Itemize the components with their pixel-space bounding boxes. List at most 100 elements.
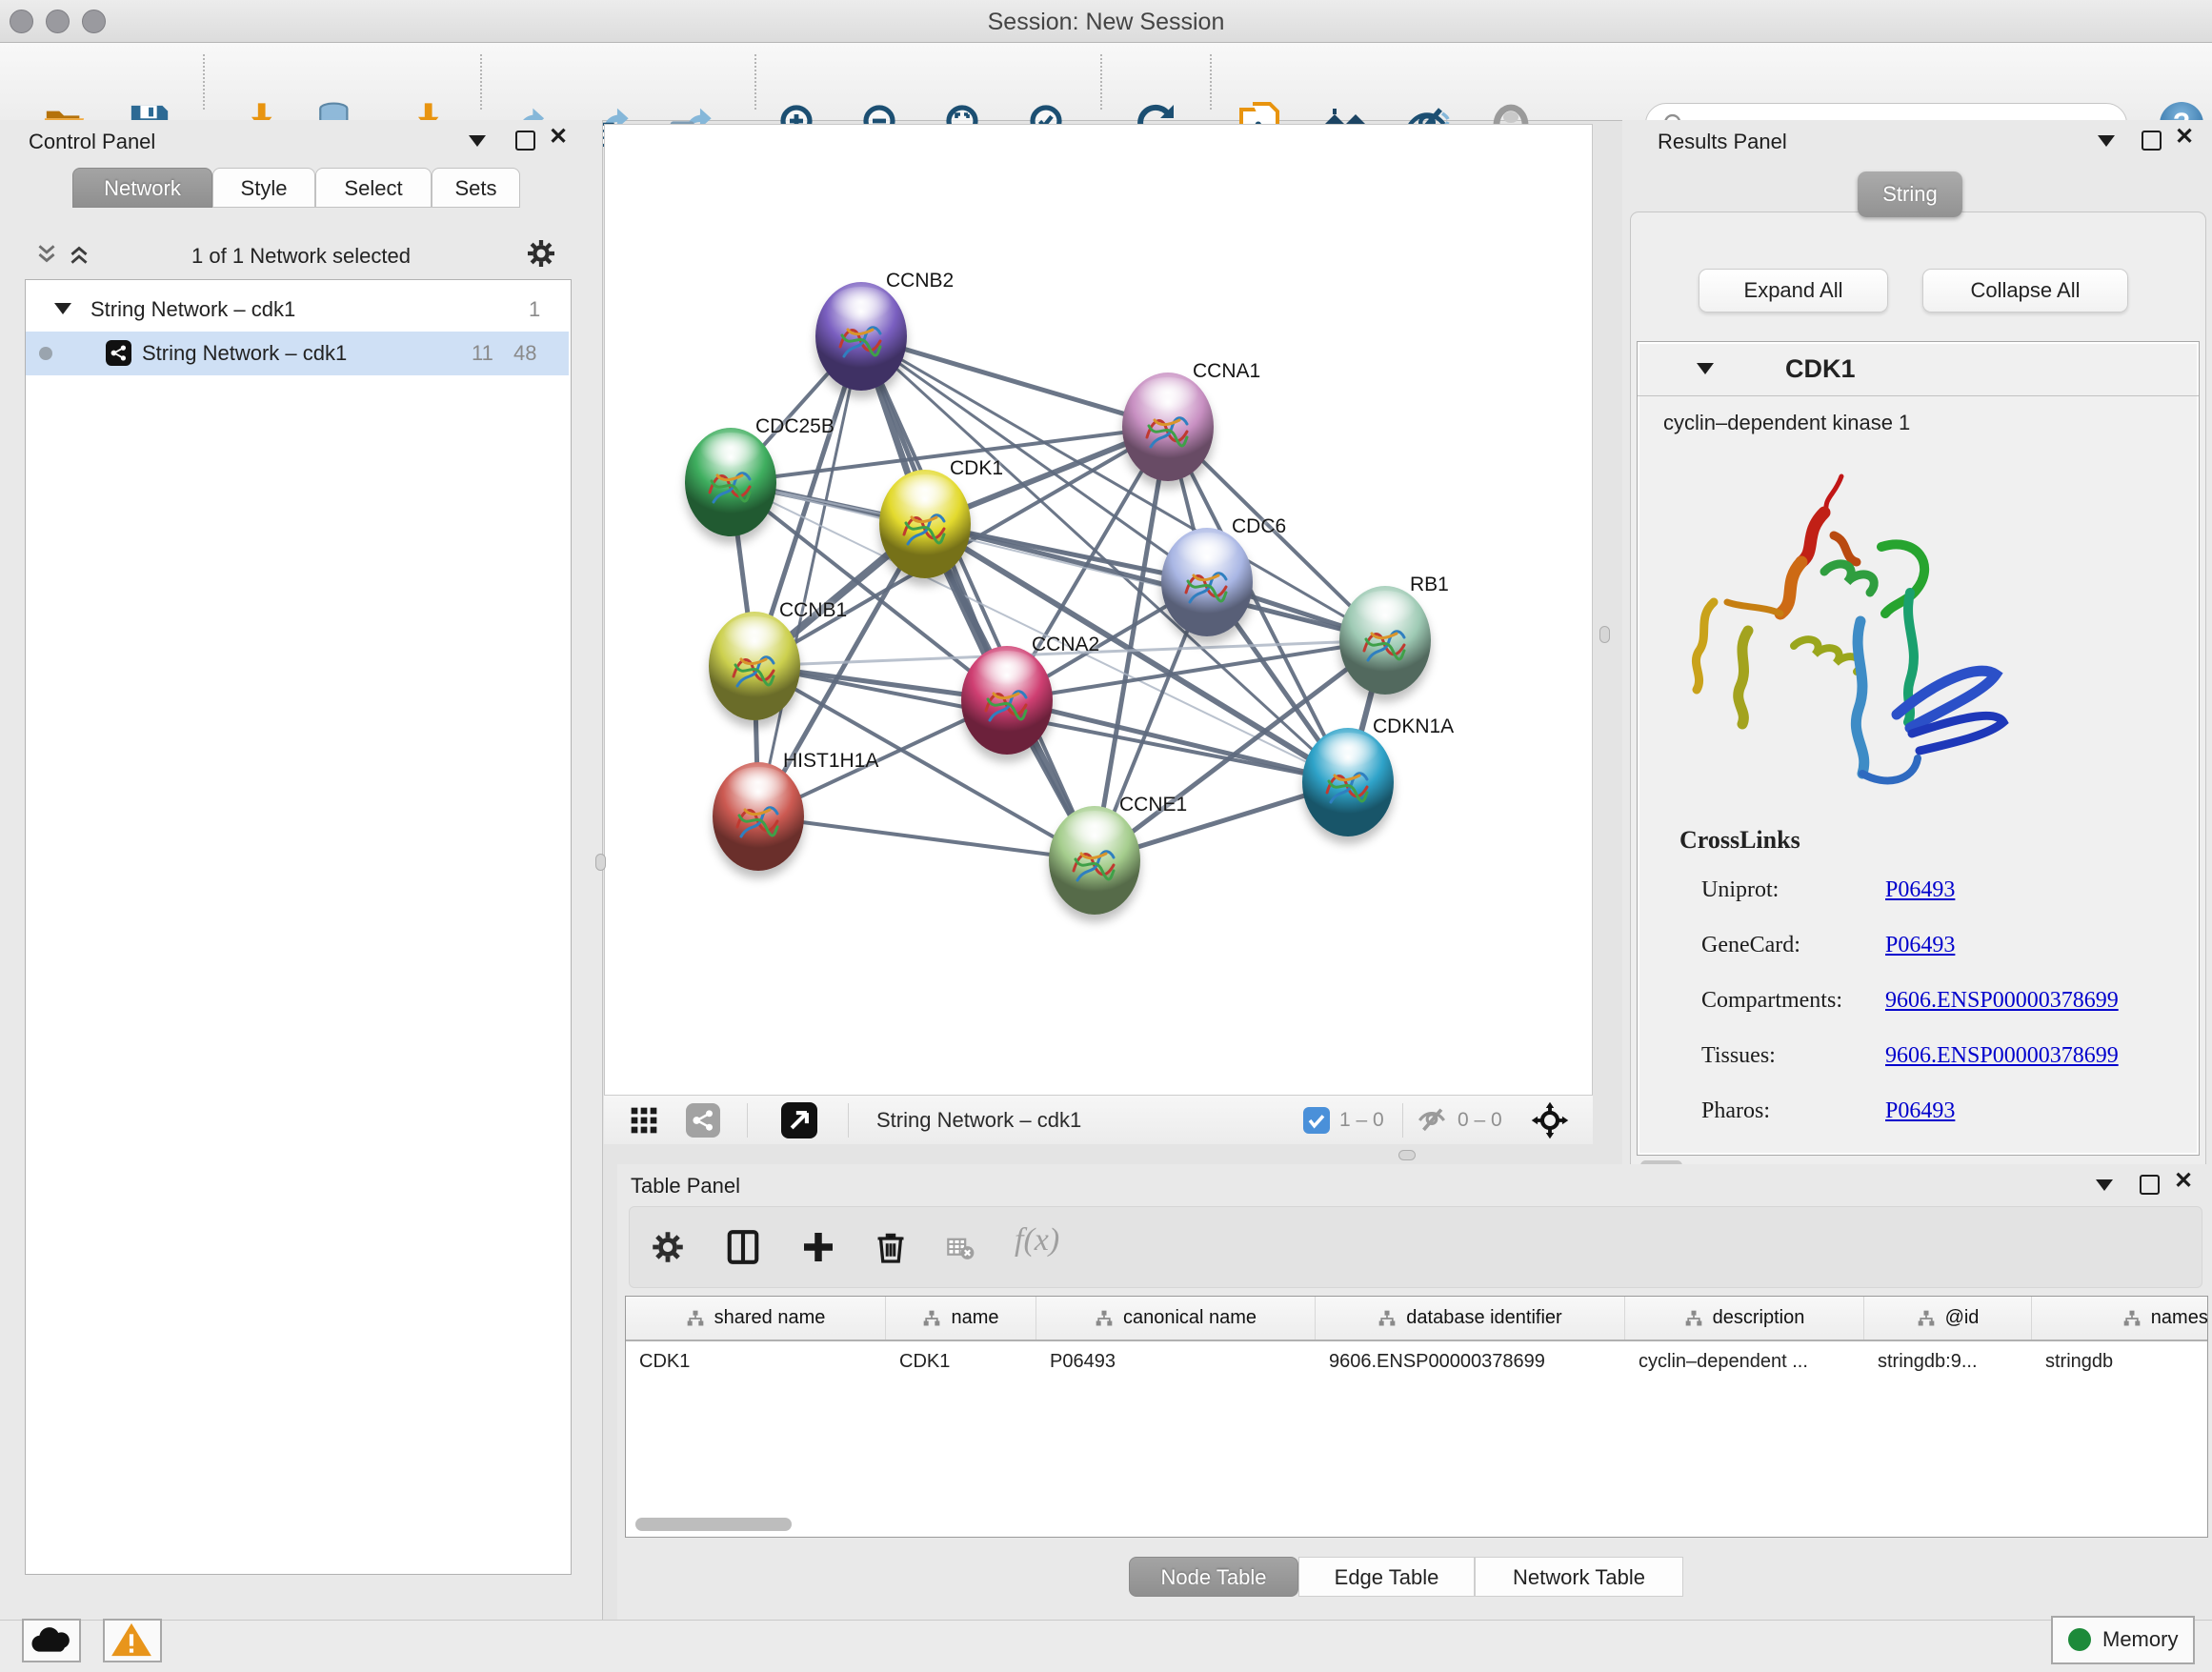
crosslink-label: Tissues: [1701,1043,1776,1069]
close-panel-icon[interactable]: ✕ [2174,1172,2193,1191]
selected-checkbox-icon[interactable] [1303,1107,1330,1134]
panel-menu-icon[interactable] [2098,135,2115,147]
right-splitter-handle[interactable] [1599,626,1610,643]
table-panel: Table Panel ✕ f(x) shared name [617,1164,2212,1620]
close-panel-icon[interactable]: ✕ [2175,128,2194,147]
column-header[interactable]: database identifier [1316,1297,1625,1340]
cell-id[interactable]: stringdb:9... [1864,1341,2032,1381]
network-node-HIST1H1A[interactable] [713,762,804,871]
window-title: Session: New Session [0,9,2212,36]
warning-status-button[interactable] [103,1619,162,1662]
tab-style[interactable]: Style [212,168,315,208]
cloud-status-button[interactable] [22,1619,81,1662]
network-options-gear-icon[interactable] [526,238,556,269]
network-row[interactable]: String Network – cdk1 11 48 [26,332,569,375]
network-canvas[interactable]: CCNB2CCNA1CDC25BCDK1CDC6RB1CCNB1CCNA2CDK… [604,124,1593,1097]
collection-label: String Network – cdk1 [90,297,295,322]
left-splitter-handle[interactable] [595,854,606,871]
crosslink-uniprot-link[interactable]: P06493 [1885,877,1955,903]
string-results-container: Expand All Collapse All CDK1 cyclin–depe… [1630,212,2206,1290]
birds-eye-view-icon[interactable] [781,1102,817,1138]
table-row[interactable]: CDK1 CDK1 P06493 9606.ENSP00000378699 cy… [626,1341,2208,1381]
cell-name[interactable]: CDK1 [886,1341,1036,1381]
network-node-CCNB1[interactable] [709,612,800,720]
collapse-all-button[interactable]: Collapse All [1922,269,2128,312]
table-options-gear-icon[interactable] [651,1230,685,1264]
cell-canonical-name[interactable]: P06493 [1036,1341,1316,1381]
cell-shared-name[interactable]: CDK1 [626,1341,886,1381]
network-node-CDKN1A[interactable] [1302,728,1394,836]
close-panel-icon[interactable]: ✕ [549,128,568,147]
fit-content-crosshair-icon[interactable] [1530,1100,1570,1140]
tab-select[interactable]: Select [315,168,432,208]
tab-edge-table[interactable]: Edge Table [1298,1557,1475,1597]
bottom-splitter-handle[interactable] [1398,1150,1416,1160]
network-node-RB1[interactable] [1339,586,1431,695]
memory-button[interactable]: Memory [2051,1616,2195,1664]
network-node-CCNA2[interactable] [961,646,1053,755]
status-bar: Memory [0,1620,2212,1672]
network-view-toolbar: String Network – cdk1 1 – 0 0 – 0 [604,1095,1593,1144]
crosslink-pharos-link[interactable]: P06493 [1885,1098,1955,1124]
tab-network[interactable]: Network [72,168,212,208]
network-collection-row[interactable]: String Network – cdk1 1 [26,288,569,332]
panel-menu-icon[interactable] [2096,1179,2113,1191]
node-label-HIST1H1A: HIST1H1A [783,750,878,773]
column-type-icon [1684,1309,1703,1328]
network-node-CCNE1[interactable] [1049,806,1140,915]
cloud-icon [25,1622,76,1658]
crosslink-tissues-link[interactable]: 9606.ENSP00000378699 [1885,1043,2119,1069]
tab-string[interactable]: String [1858,171,1962,217]
gene-description: cyclin–dependent kinase 1 [1663,411,1910,435]
tab-network-table[interactable]: Network Table [1475,1557,1683,1597]
column-header[interactable]: @id [1864,1297,2032,1340]
column-header[interactable]: canonical name [1036,1297,1316,1340]
column-header[interactable]: namespace [2032,1297,2208,1340]
table-hscrollbar-thumb[interactable] [635,1518,792,1531]
node-label-CCNB2: CCNB2 [886,270,954,292]
network-view-icon[interactable] [686,1103,720,1138]
network-node-CDC6[interactable] [1161,528,1253,636]
cell-description[interactable]: cyclin–dependent ... [1625,1341,1864,1381]
float-panel-icon[interactable] [2142,131,2162,151]
column-header[interactable]: description [1625,1297,1864,1340]
gene-collapse-icon[interactable] [1697,363,1714,374]
cell-database-identifier[interactable]: 9606.ENSP00000378699 [1316,1341,1625,1381]
network-edge-count: 48 [513,341,536,366]
crosslink-label: Compartments: [1701,988,1842,1014]
panel-menu-icon[interactable] [469,135,486,147]
column-type-icon [1095,1309,1114,1328]
column-type-icon [1377,1309,1397,1328]
node-table[interactable]: shared name name canonical name database… [625,1296,2208,1538]
results-panel-title: Results Panel [1658,130,1787,154]
expand-all-button[interactable]: Expand All [1699,269,1888,312]
tab-node-table[interactable]: Node Table [1129,1557,1298,1597]
function-builder-icon[interactable]: f(x) [1015,1222,1059,1259]
column-type-icon [2122,1309,2142,1328]
network-node-CDC25B[interactable] [685,428,776,536]
node-label-CCNE1: CCNE1 [1119,794,1187,816]
memory-label: Memory [2102,1627,2178,1652]
network-node-CDK1[interactable] [879,470,971,578]
node-label-CCNB1: CCNB1 [779,599,847,622]
crosslink-compartments-link[interactable]: 9606.ENSP00000378699 [1885,988,2119,1014]
collection-expand-icon[interactable] [54,303,71,314]
crosslink-genecard-link[interactable]: P06493 [1885,933,1955,958]
show-columns-icon[interactable] [725,1228,761,1266]
network-node-CCNB2[interactable] [815,282,907,391]
delete-table-icon[interactable] [944,1234,976,1262]
delete-column-trash-icon[interactable] [874,1228,908,1266]
grid-view-icon[interactable] [629,1105,659,1136]
cell-namespace[interactable]: stringdb [2032,1341,2208,1381]
toolbar-separator [203,54,205,110]
float-panel-icon[interactable] [2140,1175,2160,1195]
gene-header-row[interactable]: CDK1 [1638,342,2199,396]
column-header[interactable]: shared name [626,1297,886,1340]
tab-sets[interactable]: Sets [432,168,520,208]
network-node-CCNA1[interactable] [1122,373,1214,481]
create-column-plus-icon[interactable] [801,1230,835,1264]
crosslink-label: Pharos: [1701,1098,1770,1124]
hidden-eye-icon[interactable] [1416,1104,1448,1137]
column-header[interactable]: name [886,1297,1036,1340]
float-panel-icon[interactable] [515,131,535,151]
